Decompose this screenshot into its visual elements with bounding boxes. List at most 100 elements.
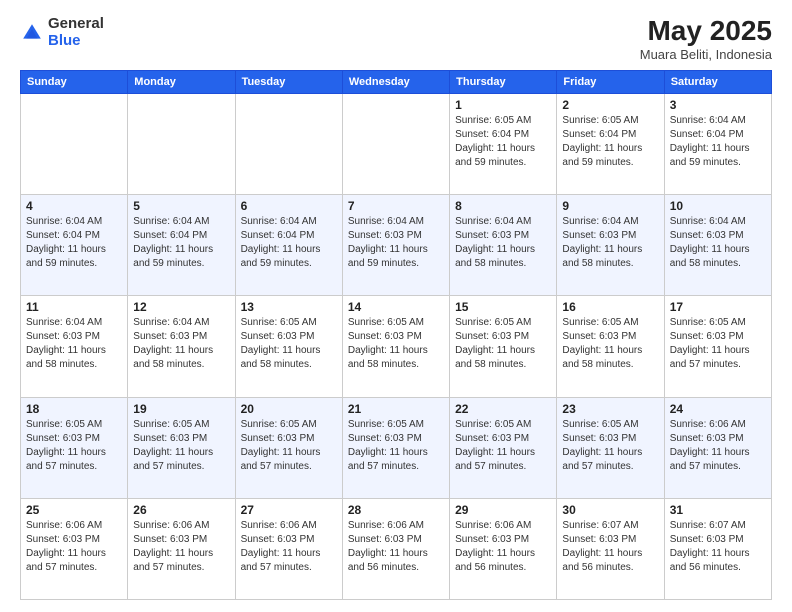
day-number: 31 <box>670 503 766 517</box>
day-info: Sunrise: 6:04 AM Sunset: 6:04 PM Dayligh… <box>133 215 229 271</box>
day-info: Sunrise: 6:05 AM Sunset: 6:03 PM Dayligh… <box>455 316 551 372</box>
month-year: May 2025 <box>640 16 772 47</box>
day-number: 3 <box>670 98 766 112</box>
day-number: 13 <box>241 300 337 314</box>
day-number: 11 <box>26 300 122 314</box>
weekday-header-cell: Thursday <box>450 70 557 93</box>
day-number: 6 <box>241 199 337 213</box>
day-info: Sunrise: 6:05 AM Sunset: 6:04 PM Dayligh… <box>562 114 658 170</box>
calendar-day-cell: 26Sunrise: 6:06 AM Sunset: 6:03 PM Dayli… <box>128 498 235 599</box>
day-info: Sunrise: 6:05 AM Sunset: 6:03 PM Dayligh… <box>670 316 766 372</box>
calendar-day-cell: 9Sunrise: 6:04 AM Sunset: 6:03 PM Daylig… <box>557 195 664 296</box>
day-info: Sunrise: 6:05 AM Sunset: 6:03 PM Dayligh… <box>26 418 122 474</box>
day-number: 12 <box>133 300 229 314</box>
calendar-day-cell: 29Sunrise: 6:06 AM Sunset: 6:03 PM Dayli… <box>450 498 557 599</box>
calendar-day-cell: 2 Sunrise: 6:05 AM Sunset: 6:04 PM Daylig… <box>557 93 664 194</box>
day-number: 22 <box>455 402 551 416</box>
calendar-day-cell: 16 Sunrise: 6:05 AM Sunset: 6:03 PM Dayli… <box>557 296 664 397</box>
calendar-day-cell: 12 Sunrise: 6:04 AM Sunset: 6:03 PM Dayli… <box>128 296 235 397</box>
day-info: Sunrise: 6:05 AM Sunset: 6:03 PM Dayligh… <box>348 418 444 474</box>
day-number: 5 <box>133 199 229 213</box>
calendar-day-cell <box>342 93 449 194</box>
calendar-day-cell: 3 Sunrise: 6:04 AM Sunset: 6:04 PM Daylig… <box>664 93 771 194</box>
day-info: Sunrise: 6:06 AM Sunset: 6:03 PM Dayligh… <box>670 418 766 474</box>
day-number: 19 <box>133 402 229 416</box>
day-info: Sunrise: 6:05 AM Sunset: 6:03 PM Dayligh… <box>241 418 337 474</box>
calendar-week-row: 4Sunrise: 6:04 AM Sunset: 6:04 PM Daylig… <box>21 195 772 296</box>
calendar-day-cell: 6 Sunrise: 6:04 AM Sunset: 6:04 PM Daylig… <box>235 195 342 296</box>
day-number: 28 <box>348 503 444 517</box>
day-number: 1 <box>455 98 551 112</box>
calendar-day-cell: 22Sunrise: 6:05 AM Sunset: 6:03 PM Dayli… <box>450 397 557 498</box>
day-info: Sunrise: 6:07 AM Sunset: 6:03 PM Dayligh… <box>670 519 766 575</box>
page: General Blue May 2025 Muara Beliti, Indo… <box>0 0 792 612</box>
day-info: Sunrise: 6:06 AM Sunset: 6:03 PM Dayligh… <box>133 519 229 575</box>
calendar-day-cell <box>235 93 342 194</box>
calendar-day-cell: 10 Sunrise: 6:04 AM Sunset: 6:03 PM Dayli… <box>664 195 771 296</box>
calendar-day-cell: 14 Sunrise: 6:05 AM Sunset: 6:03 PM Dayli… <box>342 296 449 397</box>
weekday-header-cell: Monday <box>128 70 235 93</box>
day-number: 27 <box>241 503 337 517</box>
weekday-header-cell: Friday <box>557 70 664 93</box>
calendar-day-cell: 25Sunrise: 6:06 AM Sunset: 6:03 PM Dayli… <box>21 498 128 599</box>
day-number: 23 <box>562 402 658 416</box>
day-info: Sunrise: 6:07 AM Sunset: 6:03 PM Dayligh… <box>562 519 658 575</box>
calendar-day-cell <box>128 93 235 194</box>
day-info: Sunrise: 6:04 AM Sunset: 6:03 PM Dayligh… <box>562 215 658 271</box>
calendar-day-cell: 31 Sunrise: 6:07 AM Sunset: 6:03 PM Dayli… <box>664 498 771 599</box>
calendar-week-row: 18 Sunrise: 6:05 AM Sunset: 6:03 PM Dayli… <box>21 397 772 498</box>
calendar-day-cell: 5 Sunrise: 6:04 AM Sunset: 6:04 PM Daylig… <box>128 195 235 296</box>
day-info: Sunrise: 6:05 AM Sunset: 6:03 PM Dayligh… <box>348 316 444 372</box>
day-info: Sunrise: 6:05 AM Sunset: 6:03 PM Dayligh… <box>562 316 658 372</box>
calendar-day-cell: 20Sunrise: 6:05 AM Sunset: 6:03 PM Dayli… <box>235 397 342 498</box>
day-info: Sunrise: 6:04 AM Sunset: 6:04 PM Dayligh… <box>26 215 122 271</box>
day-number: 18 <box>26 402 122 416</box>
day-number: 2 <box>562 98 658 112</box>
calendar-day-cell <box>21 93 128 194</box>
day-number: 10 <box>670 199 766 213</box>
calendar-day-cell: 30 Sunrise: 6:07 AM Sunset: 6:03 PM Dayli… <box>557 498 664 599</box>
day-info: Sunrise: 6:04 AM Sunset: 6:03 PM Dayligh… <box>670 215 766 271</box>
day-info: Sunrise: 6:06 AM Sunset: 6:03 PM Dayligh… <box>348 519 444 575</box>
day-info: Sunrise: 6:04 AM Sunset: 6:04 PM Dayligh… <box>241 215 337 271</box>
calendar-day-cell: 24 Sunrise: 6:06 AM Sunset: 6:03 PM Dayli… <box>664 397 771 498</box>
calendar-week-row: 11 Sunrise: 6:04 AM Sunset: 6:03 PM Dayli… <box>21 296 772 397</box>
logo-general: General <box>48 16 104 33</box>
calendar-day-cell: 21 Sunrise: 6:05 AM Sunset: 6:03 PM Dayli… <box>342 397 449 498</box>
calendar-week-row: 25Sunrise: 6:06 AM Sunset: 6:03 PM Dayli… <box>21 498 772 599</box>
day-info: Sunrise: 6:04 AM Sunset: 6:03 PM Dayligh… <box>133 316 229 372</box>
header: General Blue May 2025 Muara Beliti, Indo… <box>20 16 772 62</box>
day-info: Sunrise: 6:04 AM Sunset: 6:03 PM Dayligh… <box>26 316 122 372</box>
logo: General Blue <box>20 16 104 49</box>
calendar-table: SundayMondayTuesdayWednesdayThursdayFrid… <box>20 70 772 600</box>
logo-icon <box>20 21 44 45</box>
day-number: 29 <box>455 503 551 517</box>
calendar-day-cell: 27Sunrise: 6:06 AM Sunset: 6:03 PM Dayli… <box>235 498 342 599</box>
day-info: Sunrise: 6:04 AM Sunset: 6:03 PM Dayligh… <box>455 215 551 271</box>
day-number: 17 <box>670 300 766 314</box>
calendar-day-cell: 7Sunrise: 6:04 AM Sunset: 6:03 PM Daylig… <box>342 195 449 296</box>
day-info: Sunrise: 6:04 AM Sunset: 6:04 PM Dayligh… <box>670 114 766 170</box>
title-block: May 2025 Muara Beliti, Indonesia <box>640 16 772 62</box>
day-number: 8 <box>455 199 551 213</box>
day-number: 24 <box>670 402 766 416</box>
calendar-day-cell: 28 Sunrise: 6:06 AM Sunset: 6:03 PM Dayli… <box>342 498 449 599</box>
logo-blue: Blue <box>48 33 104 50</box>
calendar-day-cell: 1Sunrise: 6:05 AM Sunset: 6:04 PM Daylig… <box>450 93 557 194</box>
day-info: Sunrise: 6:06 AM Sunset: 6:03 PM Dayligh… <box>26 519 122 575</box>
weekday-header-row: SundayMondayTuesdayWednesdayThursdayFrid… <box>21 70 772 93</box>
weekday-header-cell: Saturday <box>664 70 771 93</box>
day-number: 21 <box>348 402 444 416</box>
weekday-header-cell: Wednesday <box>342 70 449 93</box>
weekday-header-cell: Sunday <box>21 70 128 93</box>
day-info: Sunrise: 6:05 AM Sunset: 6:03 PM Dayligh… <box>562 418 658 474</box>
calendar-week-row: 1 Sunrise: 6:05 AM Sunset: 6:04 PM Daylig… <box>21 93 772 194</box>
calendar-body: 1 Sunrise: 6:05 AM Sunset: 6:04 PM Daylig… <box>21 93 772 599</box>
calendar-day-cell: 19Sunrise: 6:05 AM Sunset: 6:03 PM Dayli… <box>128 397 235 498</box>
calendar-day-cell: 18 Sunrise: 6:05 AM Sunset: 6:03 PM Dayli… <box>21 397 128 498</box>
day-number: 30 <box>562 503 658 517</box>
day-number: 7 <box>348 199 444 213</box>
day-number: 14 <box>348 300 444 314</box>
calendar-day-cell: 15Sunrise: 6:05 AM Sunset: 6:03 PM Dayli… <box>450 296 557 397</box>
day-number: 16 <box>562 300 658 314</box>
